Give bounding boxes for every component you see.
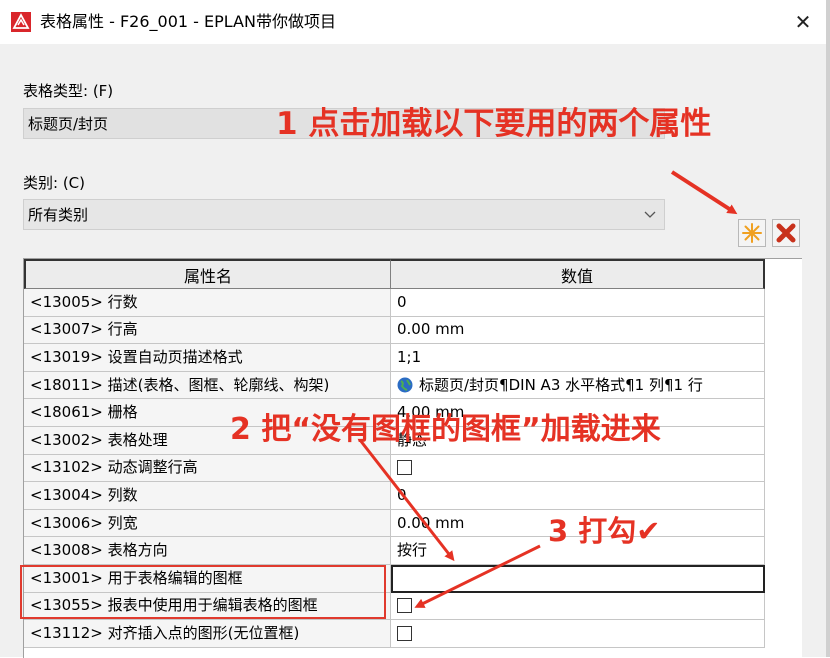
table-row[interactable]: <13007> 行高 0.00 mm <box>24 316 765 345</box>
category-label: 类别: (C) <box>23 174 85 192</box>
window-edge <box>826 0 830 657</box>
property-name-cell[interactable]: <13007> 行高 <box>24 316 391 345</box>
property-name-cell[interactable]: <13004> 列数 <box>24 482 391 510</box>
category-value: 所有类别 <box>28 206 89 224</box>
property-name-cell[interactable]: <13005> 行数 <box>24 289 391 317</box>
property-checkbox[interactable] <box>397 598 412 614</box>
annotation-step-2: 2 把“没有图框的图框”加载进来 <box>230 412 661 447</box>
column-header-name-label: 属性名 <box>183 266 232 286</box>
property-name-cell[interactable]: <13019> 设置自动页描述格式 <box>24 344 391 372</box>
chevron-down-icon <box>644 200 656 242</box>
close-button[interactable]: ✕ <box>786 6 820 38</box>
property-value-cell[interactable]: 0.00 mm <box>391 316 765 345</box>
table-row[interactable]: <18011> 描述(表格、图框、轮廓线、构架) 标题页/封页¶DIN A3 水平… <box>24 371 765 400</box>
category-dropdown[interactable]: 所有类别 <box>23 199 665 230</box>
red-x-icon <box>776 223 796 243</box>
property-name-cell[interactable]: <13008> 表格方向 <box>24 537 391 565</box>
table-row[interactable]: <13005> 行数 0 <box>24 289 765 317</box>
property-value-cell[interactable] <box>391 592 765 621</box>
delete-property-button[interactable] <box>772 219 800 247</box>
annotation-step-1: 1 点击加载以下要用的两个属性 <box>276 106 712 142</box>
eplan-app-icon <box>11 12 31 32</box>
table-row[interactable]: <13004> 列数 0 <box>24 482 765 510</box>
close-icon: ✕ <box>794 10 812 34</box>
table-scroll-area <box>765 259 802 658</box>
property-value-cell[interactable] <box>391 620 765 648</box>
property-checkbox[interactable] <box>397 460 412 476</box>
property-name-cell[interactable]: <13112> 对齐插入点的图形(无位置框) <box>24 620 391 648</box>
table-type-value: 标题页/封页 <box>28 115 109 133</box>
property-checkbox[interactable] <box>397 625 412 641</box>
column-header-name[interactable]: 属性名 <box>24 259 391 289</box>
table-row[interactable]: <13019> 设置自动页描述格式 1;1 <box>24 344 765 372</box>
highlight-box <box>20 565 386 619</box>
property-value-cell[interactable]: 0 <box>391 482 765 510</box>
annotation-step-3: 3 打勾✔ <box>548 514 661 548</box>
property-value-cell[interactable]: 0 <box>391 289 765 317</box>
property-name-cell[interactable]: <18011> 描述(表格、图框、轮廓线、构架) <box>24 371 391 400</box>
table-row[interactable]: <13102> 动态调整行高 <box>24 454 765 483</box>
title-bar: 表格属性 - F26_001 - EPLAN带你做项目 ✕ <box>0 0 830 44</box>
property-name-cell[interactable]: <13006> 列宽 <box>24 509 391 538</box>
new-property-button[interactable] <box>738 219 766 247</box>
property-value-text: 标题页/封页¶DIN A3 水平格式¶1 列¶1 行 <box>419 375 703 394</box>
property-value-cell[interactable] <box>391 454 765 483</box>
property-name-cell[interactable]: <13102> 动态调整行高 <box>24 454 391 483</box>
property-value-cell[interactable]: 1;1 <box>391 344 765 372</box>
table-header: 属性名 数值 <box>24 259 765 289</box>
globe-icon <box>397 377 413 393</box>
column-header-value-label: 数值 <box>560 266 593 286</box>
property-value-cell[interactable]: 标题页/封页¶DIN A3 水平格式¶1 列¶1 行 <box>391 371 765 400</box>
sun-star-icon <box>742 223 762 243</box>
table-type-label: 表格类型: (F) <box>23 82 114 100</box>
column-header-value[interactable]: 数值 <box>391 259 765 289</box>
property-value-input[interactable] <box>391 564 765 593</box>
table-row[interactable]: <13112> 对齐插入点的图形(无位置框) <box>24 620 765 648</box>
window-title: 表格属性 - F26_001 - EPLAN带你做项目 <box>40 12 336 31</box>
